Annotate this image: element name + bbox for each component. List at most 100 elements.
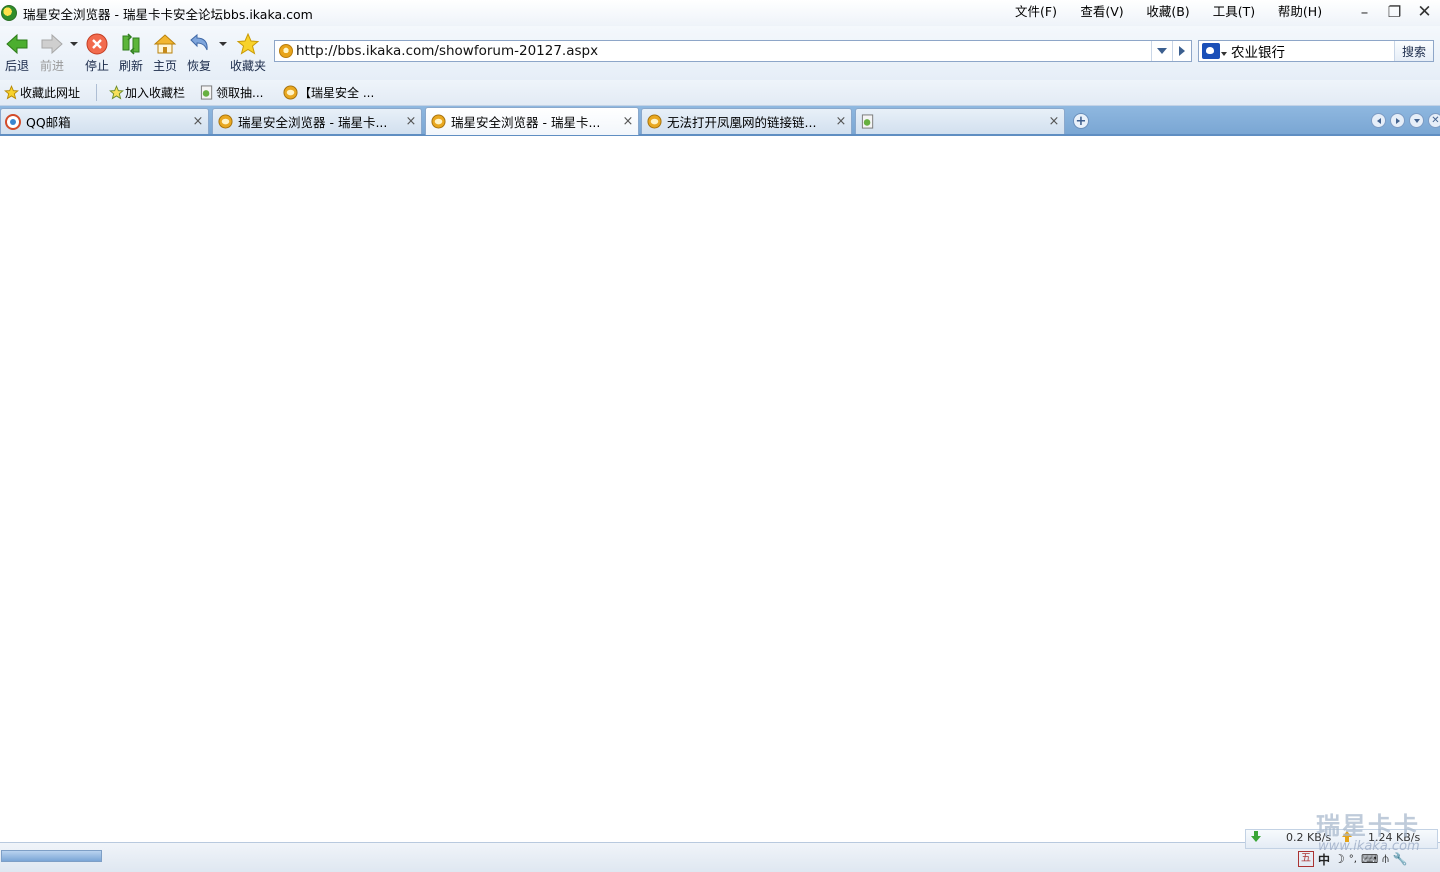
navigation-toolbar: 后退 前进 停止 刷新 主页 恢复 收藏夹 http://bbs.ikaka.c… — [0, 26, 1440, 80]
bookmark-label: 领取抽... — [216, 86, 264, 100]
forward-button[interactable]: 前进 — [35, 32, 69, 73]
stop-icon — [85, 32, 109, 56]
star-icon — [236, 32, 260, 56]
url-history-dropdown[interactable] — [1151, 41, 1172, 61]
forward-arrow-icon — [40, 32, 64, 56]
favorites-label: 收藏夹 — [230, 59, 267, 73]
back-button[interactable]: 后退 — [0, 32, 34, 73]
menu-help[interactable]: 帮助(H) — [1267, 3, 1333, 21]
tab-list-dropdown-icon[interactable] — [1409, 113, 1424, 128]
forward-label: 前进 — [39, 59, 64, 73]
tab-close-icon[interactable]: × — [833, 114, 849, 129]
home-label: 主页 — [152, 59, 177, 73]
back-label: 后退 — [4, 59, 29, 73]
tab-strip: QQ邮箱 × 瑞星安全浏览器 - 瑞星卡... × 瑞星安全浏览器 - 瑞星卡.… — [0, 106, 1440, 136]
tab-qq-mail[interactable]: QQ邮箱 × — [0, 108, 209, 134]
tab-rising-browser-1[interactable]: 瑞星安全浏览器 - 瑞星卡... × — [212, 108, 422, 134]
window-controls: – ❐ ✕ — [1351, 1, 1438, 22]
refresh-label: 刷新 — [118, 59, 143, 73]
menu-favorites[interactable]: 收藏(B) — [1135, 3, 1201, 21]
star-add-icon — [108, 85, 124, 101]
qq-mail-favicon-icon — [5, 113, 21, 130]
close-tab-icon[interactable]: ✕ — [1428, 113, 1440, 128]
search-box: 搜索 — [1198, 40, 1434, 62]
star-icon — [3, 85, 19, 101]
menu-file[interactable]: 文件(F) — [1003, 3, 1069, 21]
search-button[interactable]: 搜索 — [1394, 41, 1433, 61]
tab-scroll-left-icon[interactable] — [1371, 113, 1386, 128]
tab-ifeng-link[interactable]: 无法打开凤凰网的链接链... × — [641, 108, 852, 134]
bookmark-label: 【瑞星安全 ... — [299, 86, 375, 100]
tab-close-icon[interactable]: × — [1046, 114, 1062, 129]
bookmark-add-to-bar[interactable]: 加入收藏栏 — [108, 84, 185, 101]
forward-history-dropdown-icon[interactable] — [70, 42, 78, 46]
search-input[interactable] — [1229, 43, 1394, 59]
tab-close-icon[interactable]: × — [403, 114, 419, 129]
wrench-icon[interactable]: 🔧 — [1393, 852, 1408, 866]
window-title: 瑞星安全浏览器 - 瑞星卡卡安全论坛bbs.ikaka.com — [23, 6, 313, 22]
tab-blank[interactable]: × — [855, 108, 1065, 134]
tab-close-icon[interactable]: × — [620, 114, 636, 129]
tab-rising-browser-active[interactable]: 瑞星安全浏览器 - 瑞星卡... × — [425, 107, 639, 135]
restore-label: 恢复 — [186, 59, 211, 73]
download-speed — [1251, 831, 1261, 842]
bookmark-item[interactable]: 【瑞星安全 ... — [282, 84, 374, 101]
refresh-icon — [119, 32, 143, 56]
bookmark-item[interactable]: 领取抽... — [199, 84, 263, 101]
tab-label: 瑞星安全浏览器 - 瑞星卡... — [238, 115, 388, 130]
menu-view[interactable]: 查看(V) — [1069, 3, 1135, 21]
title-bar: 瑞星安全浏览器 - 瑞星卡卡安全论坛bbs.ikaka.com 文件(F) 查看… — [0, 0, 1440, 26]
menu-tools[interactable]: 工具(T) — [1201, 3, 1267, 21]
close-button[interactable]: ✕ — [1411, 1, 1438, 22]
minimize-button[interactable]: – — [1351, 1, 1378, 22]
go-arrow-icon — [1179, 46, 1185, 56]
baidu-paw-icon[interactable] — [1202, 43, 1220, 59]
rising-browser-logo-icon — [1, 5, 17, 21]
ime-mode[interactable]: 中 — [1318, 851, 1330, 868]
rising-favicon-icon — [217, 114, 233, 130]
site-favicon-icon — [279, 44, 293, 58]
new-tab-plus-icon[interactable]: + — [1073, 113, 1089, 129]
home-icon — [153, 32, 177, 56]
stop-label: 停止 — [84, 59, 109, 73]
page-content — [0, 136, 1440, 842]
tab-label: 瑞星安全浏览器 - 瑞星卡... — [451, 115, 601, 130]
ime-logo-icon[interactable]: 五 — [1298, 851, 1314, 867]
engine-dropdown-icon[interactable] — [1221, 52, 1227, 56]
menu-bar: 文件(F) 查看(V) 收藏(B) 工具(T) 帮助(H) — [1003, 3, 1333, 21]
chevron-down-icon — [1157, 48, 1167, 54]
url-input[interactable] — [293, 42, 1151, 60]
back-arrow-icon — [5, 32, 29, 56]
ime-menu-icon[interactable]: ⫛ — [1382, 852, 1389, 866]
favorites-button[interactable]: 收藏夹 — [230, 32, 267, 73]
tab-label: 无法打开凤凰网的链接链... — [667, 115, 817, 130]
page-icon — [199, 85, 215, 101]
download-arrow-icon — [1251, 831, 1261, 842]
go-button[interactable] — [1172, 41, 1191, 61]
soft-keyboard-icon[interactable]: ⌨ — [1361, 852, 1378, 866]
maximize-button[interactable]: ❐ — [1381, 1, 1408, 22]
bookmark-label: 收藏此网址 — [20, 86, 81, 100]
bookmarks-bar: 收藏此网址 加入收藏栏 领取抽... 【瑞星安全 ... — [0, 80, 1440, 106]
undo-icon — [187, 32, 211, 56]
punctuation-icon[interactable]: °, — [1349, 854, 1357, 865]
tab-close-icon[interactable]: × — [190, 114, 206, 129]
refresh-button[interactable]: 刷新 — [114, 32, 148, 73]
page-icon — [860, 114, 876, 130]
rising-favicon-icon — [430, 114, 446, 130]
restore-dropdown-icon[interactable] — [219, 42, 227, 46]
stop-button[interactable]: 停止 — [80, 32, 114, 73]
bookmark-add-url[interactable]: 收藏此网址 — [3, 84, 80, 101]
ime-toolbar: 五 中 ☽ °, ⌨ ⫛ 🔧 — [1298, 850, 1438, 868]
home-button[interactable]: 主页 — [148, 32, 182, 73]
address-bar — [274, 40, 1192, 62]
tab-label: QQ邮箱 — [26, 115, 71, 130]
bookmark-label: 加入收藏栏 — [125, 86, 186, 100]
tab-scroll-right-icon[interactable] — [1390, 113, 1405, 128]
rising-favicon-icon — [646, 114, 662, 130]
separator — [96, 84, 97, 101]
half-width-moon-icon[interactable]: ☽ — [1334, 852, 1345, 866]
page-load-progress-bar — [1, 850, 102, 862]
status-bar: 0.2 KB/s 1.24 KB/s 瑞星卡卡 www.ikaka.com 五 … — [0, 813, 1440, 872]
restore-button[interactable]: 恢复 — [182, 32, 216, 73]
